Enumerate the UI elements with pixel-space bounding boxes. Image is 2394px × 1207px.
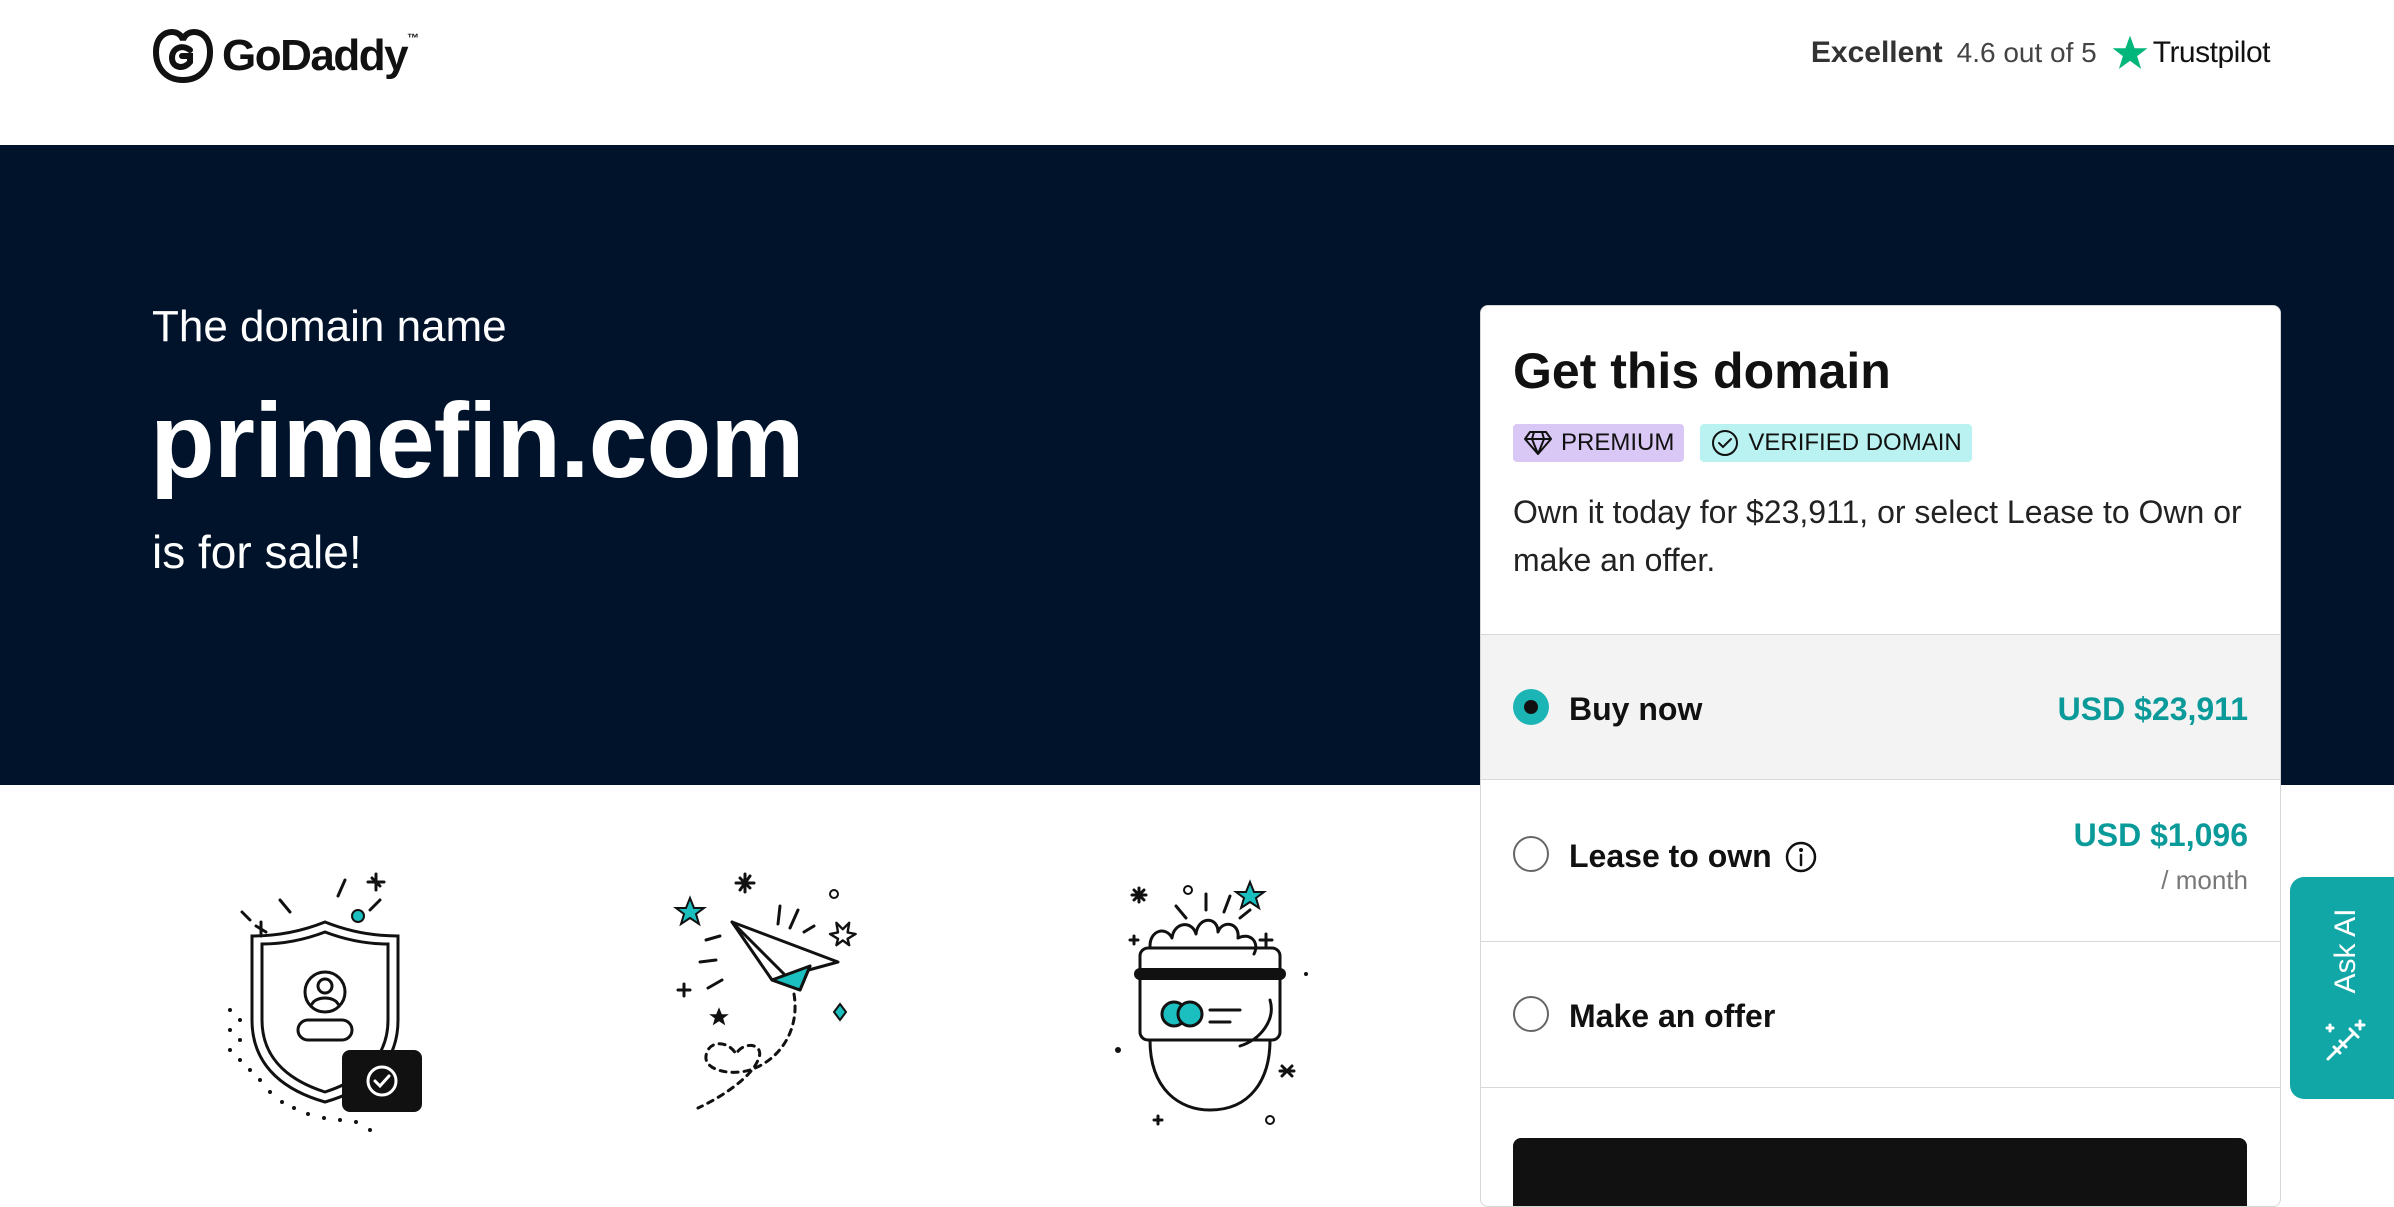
rating-word: Excellent: [1810, 36, 1943, 69]
offer-radio[interactable]: [1513, 996, 1549, 1032]
lease-label-text: Lease to own: [1569, 838, 1772, 874]
buy-now-price: USD $23,911: [2057, 691, 2248, 727]
hero-post-text: is for sale!: [152, 526, 362, 578]
info-icon[interactable]: [1784, 840, 1818, 874]
offer-label: Make an offer: [1569, 998, 1776, 1034]
lease-period: / month: [2161, 865, 2248, 895]
magic-wand-icon: [2325, 1019, 2366, 1061]
buy-now-label: Buy now: [1569, 691, 1703, 727]
premium-badge: PREMIUM: [1513, 424, 1685, 462]
trustpilot-rating[interactable]: Excellent 4.6 out of 5 Trustpilot: [1810, 34, 2271, 72]
offer-description: Own it today for $23,911, or select Leas…: [1513, 494, 2242, 578]
lease-radio[interactable]: [1513, 836, 1549, 872]
premium-badge-label: PREMIUM: [1561, 429, 1675, 456]
card-title: Get this domain: [1513, 343, 1891, 399]
trustpilot-brand-text: Trustpilot: [2152, 36, 2271, 69]
godaddy-logo[interactable]: GoDaddy™: [152, 28, 419, 84]
primary-action-button[interactable]: [1513, 1138, 2247, 1206]
ask-ai-button[interactable]: Ask AI: [2290, 877, 2394, 1099]
lease-label: Lease to own: [1569, 838, 1818, 875]
site-header: GoDaddy™ Excellent 4.6 out of 5 Trustpil…: [0, 0, 2394, 145]
credit-card-hand-icon: [1115, 879, 1308, 1126]
card-header: Get this domain PREMIUM VERIFIED DOMAIN …: [1481, 306, 2280, 635]
verified-badge-label: VERIFIED DOMAIN: [1748, 429, 1962, 456]
option-make-offer[interactable]: Make an offer: [1481, 942, 2280, 1088]
verified-badge: VERIFIED DOMAIN: [1700, 424, 1972, 462]
trustpilot-brand: Trustpilot: [2111, 34, 2271, 72]
domain-name: primefin.com: [150, 382, 805, 500]
shield-user-icon: [228, 872, 422, 1132]
logo-text: GoDaddy™: [222, 31, 419, 80]
paper-plane-icon: [673, 872, 857, 1110]
godaddy-logo-icon: [152, 28, 214, 84]
check-circle-icon: [1712, 430, 1739, 456]
rating-score: 4.6 out of 5: [1956, 37, 2097, 68]
trustpilot-star-icon: [2112, 35, 2148, 69]
option-buy-now[interactable]: Buy now USD $23,911: [1481, 635, 2280, 780]
option-lease-to-own[interactable]: Lease to own USD $1,096 / month: [1481, 780, 2280, 942]
buy-now-radio[interactable]: [1513, 689, 1549, 725]
diamond-icon: [1524, 431, 1552, 455]
lease-price: USD $1,096: [2073, 817, 2248, 853]
ask-ai-label: Ask AI: [2329, 908, 2362, 994]
hero-pre-text: The domain name: [152, 302, 507, 351]
purchase-card: Get this domain PREMIUM VERIFIED DOMAIN …: [1480, 305, 2281, 1207]
badge-row: PREMIUM VERIFIED DOMAIN: [1513, 424, 2248, 462]
